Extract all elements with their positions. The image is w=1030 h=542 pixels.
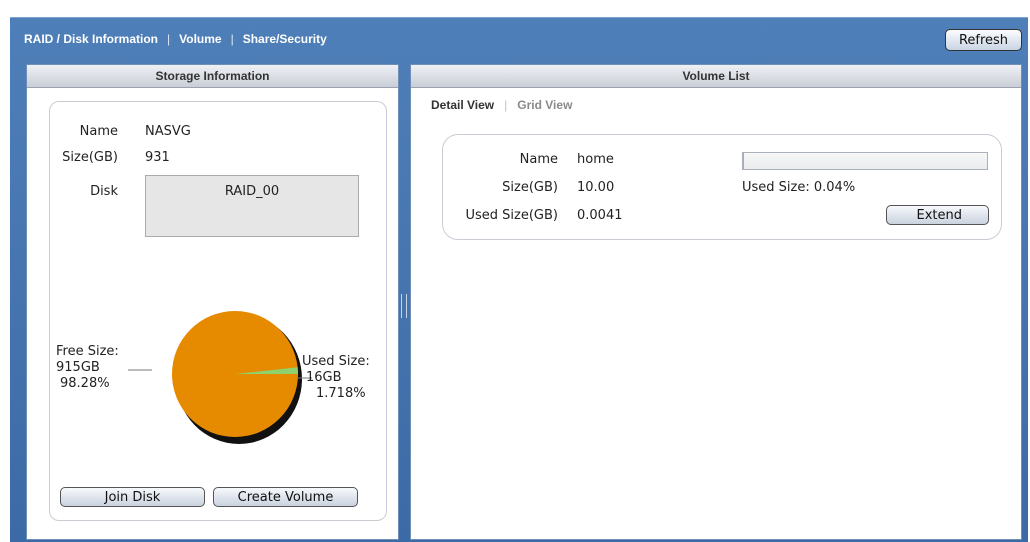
view-tab-separator: |: [504, 98, 507, 112]
volume-usage-bar: [742, 152, 988, 170]
used-size-value: 16GB: [302, 370, 370, 386]
volume-name-value: home: [577, 152, 614, 167]
tab-volume[interactable]: Volume: [179, 32, 221, 46]
free-size-label: Free Size: 915GB 98.28%: [56, 344, 119, 392]
volume-list-header: Volume List: [411, 65, 1021, 88]
storage-information-header: Storage Information: [27, 65, 398, 88]
volume-used-size-value: 0.0041: [577, 208, 623, 223]
volume-name-label: Name: [443, 152, 558, 167]
volume-card-home[interactable]: Name home Size(GB) 10.00 Used Size(GB) 0…: [442, 134, 1002, 240]
used-size-percent: 1.718%: [302, 386, 370, 402]
volume-used-percent: Used Size: 0.04%: [742, 180, 855, 195]
free-size-title: Free Size:: [56, 344, 119, 360]
view-tabs: Detail View | Grid View: [431, 98, 572, 112]
app-frame: RAID / Disk Information | Volume | Share…: [10, 17, 1028, 542]
tab-share-security[interactable]: Share/Security: [243, 32, 327, 46]
tab-separator: |: [231, 32, 234, 46]
volume-size-value: 10.00: [577, 180, 614, 195]
storage-pie-chart: Free Size: 915GB 98.28% Used Size: 16GB …: [50, 102, 386, 520]
storage-information-panel: Storage Information Name NASVG Size(GB) …: [26, 64, 399, 540]
free-size-value: 915GB: [56, 360, 119, 376]
tab-grid-view[interactable]: Grid View: [517, 98, 572, 112]
tab-raid-disk-information[interactable]: RAID / Disk Information: [24, 32, 158, 46]
panel-splitter-handle[interactable]: [401, 294, 407, 318]
volume-size-label: Size(GB): [443, 180, 558, 195]
tab-separator: |: [167, 32, 170, 46]
used-size-title: Used Size:: [302, 354, 370, 370]
used-size-label: Used Size: 16GB 1.718%: [302, 354, 370, 402]
extend-button[interactable]: Extend: [886, 205, 989, 225]
join-disk-button[interactable]: Join Disk: [60, 487, 205, 507]
volume-used-size-label: Used Size(GB): [443, 208, 558, 223]
free-size-percent: 98.28%: [56, 376, 119, 392]
create-volume-button[interactable]: Create Volume: [213, 487, 358, 507]
volume-list-panel: Volume List Detail View | Grid View Name…: [410, 64, 1022, 540]
top-navigation: RAID / Disk Information | Volume | Share…: [24, 32, 327, 46]
storage-box: Name NASVG Size(GB) 931 Disk RAID_00 Fre…: [49, 101, 387, 521]
refresh-button[interactable]: Refresh: [945, 29, 1022, 51]
tab-detail-view[interactable]: Detail View: [431, 98, 494, 112]
